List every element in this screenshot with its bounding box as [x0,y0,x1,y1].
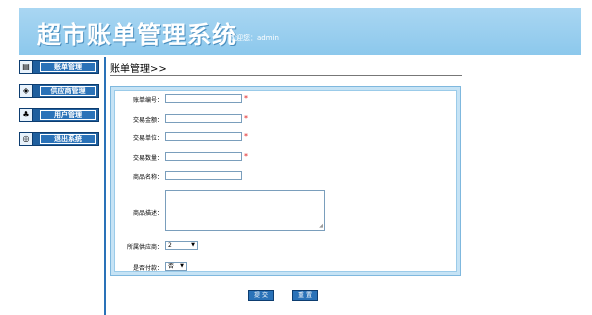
sidebar-item-label: 用户管理 [40,110,96,120]
breadcrumb-divider [110,75,462,76]
supplier-icon: ◈ [19,84,33,98]
sidebar-item-bill[interactable]: ▤ 账单管理 [19,60,99,74]
required-mark: * [244,94,248,103]
exit-icon: ◎ [19,132,33,146]
submit-button[interactable]: 提 交 [248,290,274,301]
supplier-label: 所属供应商： [126,244,163,251]
required-mark: * [244,152,248,161]
required-mark: * [244,132,248,141]
sidebar-item-users[interactable]: ♣ 用户管理 [19,108,99,122]
paid-select[interactable]: 否 ▼ [165,262,187,271]
unit-row: 交易单位： [110,133,163,142]
breadcrumb: 账单管理>> [110,64,167,75]
amount-label: 交易金额： [132,117,163,124]
sidebar-item-label: 账单管理 [40,62,96,72]
required-mark: * [244,114,248,123]
product-name-input[interactable] [165,171,242,180]
product-desc-textarea[interactable]: ◢ [165,190,325,231]
amount-row: 交易金额： [110,115,163,124]
unit-input[interactable] [165,132,242,141]
product-desc-label: 商品描述： [132,210,163,217]
product-desc-row: 商品描述： [110,208,163,217]
sidebar-item-label: 供应商管理 [40,86,96,96]
supplier-select-value: 2 [168,242,172,249]
app-header: 超市账单管理系统 欢迎您：admin [19,8,581,55]
paid-label: 是否付款： [132,265,163,272]
chevron-down-icon: ▼ [191,242,195,248]
quantity-row: 交易数量： [110,153,163,162]
resize-grip-icon[interactable]: ◢ [319,223,323,229]
supplier-select[interactable]: 2 ▼ [165,241,198,250]
paid-select-value: 否 [168,263,175,270]
bill-no-label: 账单编号： [132,97,163,104]
bill-icon: ▤ [19,60,33,74]
sidebar: ▤ 账单管理 ◈ 供应商管理 ♣ 用户管理 ◎ 退出系统 [19,60,99,156]
sidebar-divider [104,57,106,315]
quantity-input[interactable] [165,152,242,161]
supplier-row: 所属供应商： [110,242,163,251]
app-title: 超市账单管理系统 [37,21,237,49]
reset-button[interactable]: 重 置 [292,290,318,301]
product-name-label: 商品名称： [132,174,163,181]
welcome-text: 欢迎您：admin [229,34,279,42]
sidebar-item-label: 退出系统 [40,134,96,144]
bill-no-input[interactable] [165,94,242,103]
users-icon: ♣ [19,108,33,122]
unit-label: 交易单位： [132,135,163,142]
sidebar-item-supplier[interactable]: ◈ 供应商管理 [19,84,99,98]
product-name-row: 商品名称： [110,172,163,181]
chevron-down-icon: ▼ [180,263,184,269]
sidebar-item-exit[interactable]: ◎ 退出系统 [19,132,99,146]
amount-input[interactable] [165,114,242,123]
bill-no-row: 账单编号： [110,95,163,104]
paid-row: 是否付款： [110,263,163,272]
quantity-label: 交易数量： [132,155,163,162]
